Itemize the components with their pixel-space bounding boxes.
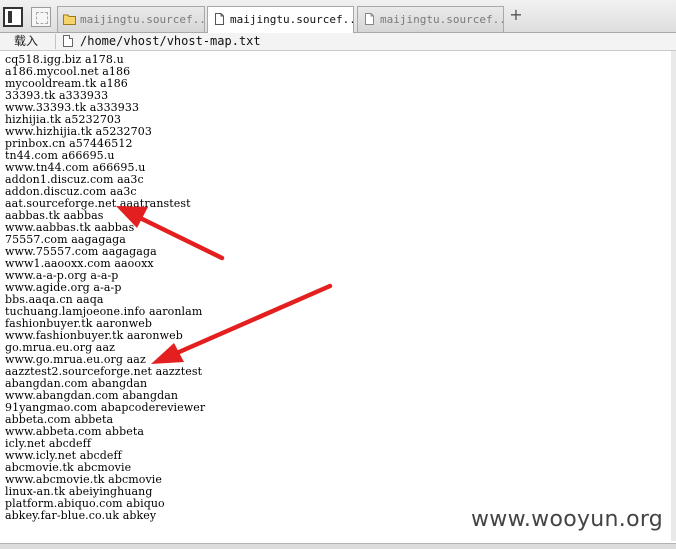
tab-bar: maijingtu.sourcef... maijingtu.sourcef..… [0, 0, 676, 33]
new-tab-plus-icon[interactable]: + [509, 7, 523, 23]
watermark: www.wooyun.org [471, 507, 664, 532]
tab-label: maijingtu.sourcef... [380, 13, 504, 26]
file-icon [63, 35, 73, 47]
tab-label: maijingtu.sourcef... [80, 13, 205, 26]
address-bar: 载入 /home/vhost/vhost-map.txt [0, 33, 676, 51]
url-field[interactable]: /home/vhost/vhost-map.txt [80, 34, 261, 49]
tab-2-active[interactable]: maijingtu.sourcef... [207, 6, 354, 33]
sidebar-toggle-icon[interactable] [3, 7, 23, 27]
document-icon [365, 13, 374, 25]
scrollbar[interactable] [671, 51, 676, 541]
tab-overview-icon[interactable] [31, 7, 51, 27]
load-button[interactable]: 载入 [4, 34, 48, 49]
file-content: cq518.igg.biz a178.u a186.mycool.net a186… [5, 54, 645, 524]
divider [55, 34, 56, 49]
folder-icon [63, 14, 76, 25]
tab-label: maijingtu.sourcef... [230, 13, 354, 26]
document-icon [215, 13, 224, 25]
text-line: www.abbeta.com abbeta [5, 425, 145, 438]
status-bar [0, 543, 676, 549]
tab-1[interactable]: maijingtu.sourcef... [57, 6, 205, 32]
tab-3[interactable]: maijingtu.sourcef... [357, 6, 504, 32]
